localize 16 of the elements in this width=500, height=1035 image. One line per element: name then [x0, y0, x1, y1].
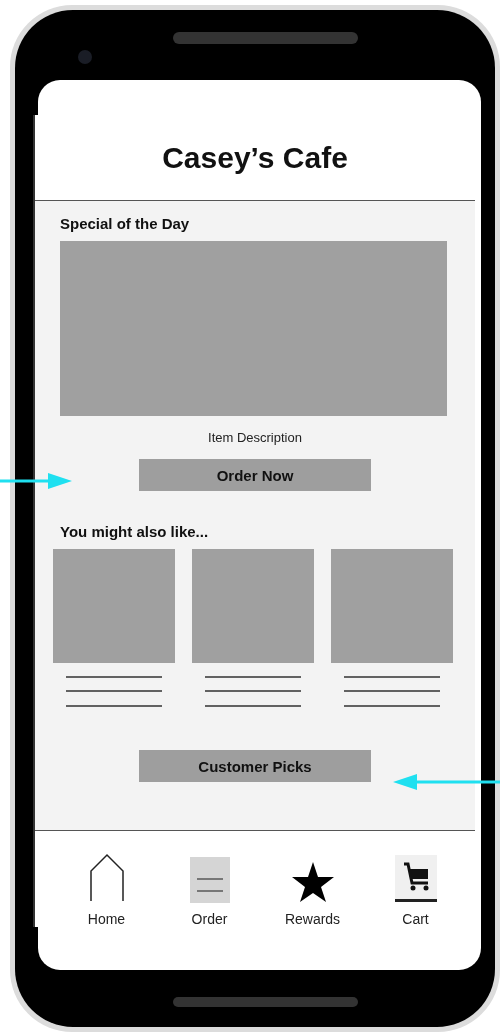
nav-tab[interactable]: Rewards	[261, 853, 364, 927]
nav-tab[interactable]: Order	[158, 853, 261, 927]
phone-camera	[78, 50, 92, 64]
section-heading: You might also like...	[59, 523, 209, 540]
house-outline-icon	[88, 853, 125, 903]
item-description: Item Description	[207, 430, 303, 445]
customer-picks-button[interactable]: Customer Picks	[139, 750, 371, 782]
cart-icon	[394, 855, 437, 903]
star-icon	[290, 861, 335, 903]
order-now-button[interactable]: Order Now	[139, 459, 371, 491]
nav-tab[interactable]: Cart	[364, 853, 467, 927]
nav-tab[interactable]: Home	[55, 853, 158, 927]
menu-lines-icon	[189, 857, 230, 903]
app-title: Casey’s Cafe	[162, 140, 348, 175]
annotation-arrow	[0, 471, 72, 491]
section-heading: Special of the Day	[59, 215, 190, 232]
